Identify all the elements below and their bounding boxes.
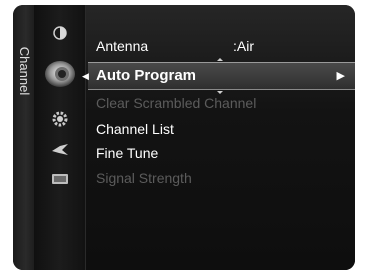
menu-item-channel-list[interactable]: Channel List: [96, 119, 174, 139]
category-icon-column: [34, 5, 86, 270]
left-arrow-icon: ◀: [82, 71, 89, 81]
osd-menu-panel: Channel Antenna:Air ◀ Auto Program ▶ Cl…: [13, 5, 355, 270]
antenna-value: :Air: [233, 38, 254, 54]
menu-item-signal-strength: Signal Strength: [96, 170, 192, 186]
channel-menu: Antenna :Air ◀ Auto Program ▶ Clear Scra…: [82, 5, 355, 270]
menu-item-antenna[interactable]: Antenna: [96, 36, 148, 56]
category-tab: Channel: [13, 5, 34, 270]
application-icon[interactable]: [34, 168, 85, 190]
auto-program-label: Auto Program: [96, 67, 197, 84]
scroll-up-indicator: [217, 58, 223, 61]
menu-item-auto-program[interactable]: ◀ Auto Program ▶: [82, 62, 355, 90]
input-icon[interactable]: [34, 139, 85, 161]
antenna-label: Antenna: [96, 38, 149, 54]
channel-icon[interactable]: [34, 58, 85, 90]
setup-icon[interactable]: [34, 108, 85, 130]
picture-icon[interactable]: [34, 23, 85, 43]
category-tab-label: Channel: [17, 46, 32, 96]
menu-item-clear-scrambled-channel: Clear Scrambled Channel: [96, 95, 257, 111]
menu-item-fine-tune[interactable]: Fine Tune: [96, 143, 158, 163]
submenu-arrow-icon: ▶: [336, 70, 345, 82]
